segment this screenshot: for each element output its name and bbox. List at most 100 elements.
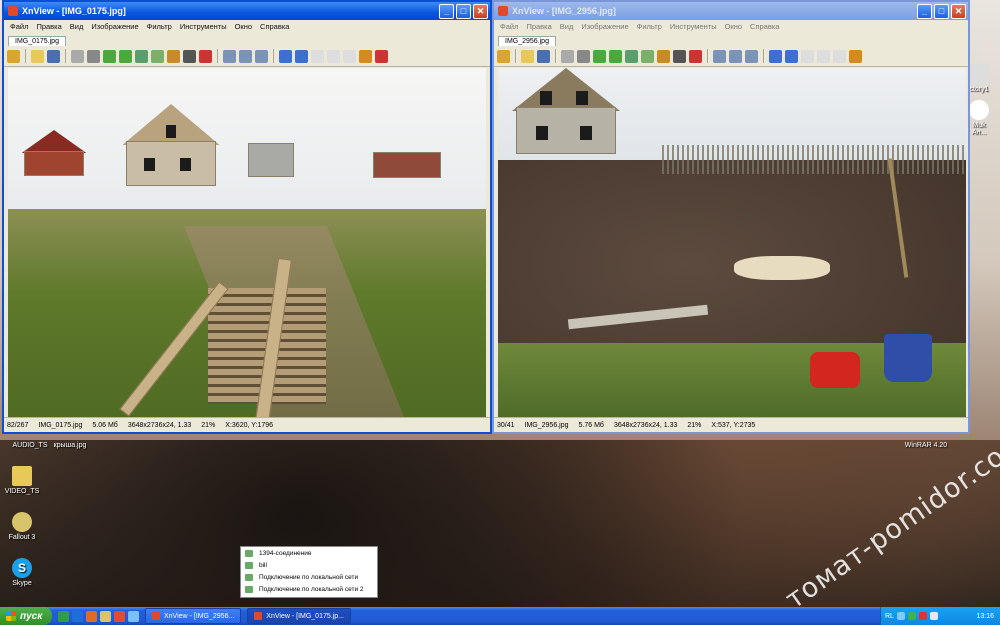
tab-image[interactable]: IMG_2956.jpg xyxy=(498,36,556,46)
photo-house-brick xyxy=(373,152,441,178)
zoom-in-icon[interactable] xyxy=(223,49,236,63)
adjust-icon[interactable] xyxy=(135,49,148,63)
rotate-right-icon[interactable] xyxy=(119,49,132,63)
close-button[interactable]: ✕ xyxy=(473,3,488,19)
xnview-app-icon xyxy=(498,6,508,16)
photo-fence xyxy=(661,145,966,174)
language-indicator[interactable]: RL xyxy=(885,613,894,620)
zoom-out-icon[interactable] xyxy=(255,49,268,63)
exit-icon[interactable] xyxy=(375,49,388,63)
fullscreen-icon[interactable] xyxy=(343,49,356,63)
tab-image[interactable]: IMG_0175.jpg xyxy=(8,36,66,46)
open-folder-icon[interactable] xyxy=(31,49,44,63)
opera-icon[interactable] xyxy=(114,610,125,622)
quick-launch-icon[interactable] xyxy=(100,610,111,622)
slideshow-icon[interactable] xyxy=(359,49,372,63)
ie-icon[interactable] xyxy=(72,610,83,622)
minimize-button[interactable]: _ xyxy=(439,3,454,19)
menu-window[interactable]: Окно xyxy=(721,22,746,31)
effects-icon[interactable] xyxy=(167,49,180,63)
network-item[interactable]: Подключение по локальной сети xyxy=(241,571,377,583)
menu-file[interactable]: Файл xyxy=(496,22,522,31)
print-icon[interactable] xyxy=(71,49,84,63)
quick-launch-icon[interactable] xyxy=(58,610,69,622)
minimize-button[interactable]: _ xyxy=(917,3,932,19)
image-viewer[interactable] xyxy=(498,68,966,420)
redeye-icon[interactable] xyxy=(689,49,702,63)
menu-file[interactable]: Файл xyxy=(6,22,32,31)
resize-icon[interactable] xyxy=(641,49,654,63)
zoom-fit-icon[interactable] xyxy=(729,49,742,63)
network-item[interactable]: 1394-соединение xyxy=(241,547,377,559)
previous-icon[interactable] xyxy=(769,49,782,63)
rotate-right-icon[interactable] xyxy=(609,49,622,63)
browser-icon[interactable] xyxy=(7,49,20,63)
menu-window[interactable]: Окно xyxy=(231,22,256,31)
next-icon[interactable] xyxy=(785,49,798,63)
crop-icon[interactable] xyxy=(87,49,100,63)
first-icon[interactable] xyxy=(311,49,324,63)
menu-help[interactable]: Справка xyxy=(256,22,293,31)
close-button[interactable]: ✕ xyxy=(951,3,966,19)
desktop-icon-skype[interactable]: S Skype xyxy=(0,558,52,587)
menu-view[interactable]: Вид xyxy=(66,22,88,31)
menu-filter[interactable]: Фильтр xyxy=(143,22,176,31)
menu-help[interactable]: Справка xyxy=(746,22,783,31)
volume-icon[interactable] xyxy=(929,612,938,620)
tray-icon[interactable] xyxy=(907,612,916,620)
rotate-left-icon[interactable] xyxy=(593,49,606,63)
zoom-out-icon[interactable] xyxy=(745,49,758,63)
toolbar-separator xyxy=(763,49,764,63)
xnview-window-left[interactable]: XnView - [IMG_0175.jpg] _ □ ✕ Файл Правк… xyxy=(2,0,492,434)
print-icon[interactable] xyxy=(561,49,574,63)
xnview-window-right[interactable]: XnView - [IMG_2956.jpg] _ □ ✕ Файл Правк… xyxy=(492,0,970,434)
open-folder-icon[interactable] xyxy=(521,49,534,63)
next-icon[interactable] xyxy=(295,49,308,63)
menu-edit[interactable]: Правка xyxy=(522,22,555,31)
taskbar-task-xnview-2956[interactable]: XnView - [IMG_2956... xyxy=(145,608,242,624)
network-tray-icon[interactable] xyxy=(896,612,905,620)
redeye-icon[interactable] xyxy=(199,49,212,63)
save-icon[interactable] xyxy=(47,49,60,63)
rotate-left-icon[interactable] xyxy=(103,49,116,63)
maximize-button[interactable]: □ xyxy=(934,3,949,19)
image-viewer[interactable] xyxy=(8,68,486,420)
crop-icon[interactable] xyxy=(577,49,590,63)
network-item[interactable]: bill xyxy=(241,559,377,571)
browser-icon[interactable] xyxy=(497,49,510,63)
firefox-icon[interactable] xyxy=(86,610,97,622)
menu-tools[interactable]: Инструменты xyxy=(666,22,721,31)
menu-image[interactable]: Изображение xyxy=(87,22,142,31)
previous-icon[interactable] xyxy=(279,49,292,63)
filmstrip-icon[interactable] xyxy=(673,49,686,63)
slideshow-icon[interactable] xyxy=(849,49,862,63)
adjust-icon[interactable] xyxy=(625,49,638,63)
first-icon[interactable] xyxy=(801,49,814,63)
maximize-button[interactable]: □ xyxy=(456,3,471,19)
last-icon[interactable] xyxy=(327,49,340,63)
menu-tools[interactable]: Инструменты xyxy=(176,22,231,31)
last-icon[interactable] xyxy=(817,49,830,63)
effects-icon[interactable] xyxy=(657,49,670,63)
network-item[interactable]: Подключение по локальной сети 2 xyxy=(241,583,377,595)
menu-view[interactable]: Вид xyxy=(556,22,578,31)
zoom-fit-icon[interactable] xyxy=(239,49,252,63)
fullscreen-icon[interactable] xyxy=(833,49,846,63)
filmstrip-icon[interactable] xyxy=(183,49,196,63)
desktop-icon-video-ts[interactable]: VIDEO_TS xyxy=(0,466,52,495)
show-desktop-icon[interactable] xyxy=(128,610,139,622)
title-bar[interactable]: XnView - [IMG_0175.jpg] _ □ ✕ xyxy=(4,2,490,20)
status-index: 30/41 xyxy=(497,421,515,429)
antivirus-tray-icon[interactable] xyxy=(918,612,927,620)
title-bar[interactable]: XnView - [IMG_2956.jpg] _ □ ✕ xyxy=(494,2,968,20)
resize-icon[interactable] xyxy=(151,49,164,63)
menu-edit[interactable]: Правка xyxy=(32,22,65,31)
save-icon[interactable] xyxy=(537,49,550,63)
toolbar xyxy=(4,46,490,67)
menu-image[interactable]: Изображение xyxy=(577,22,632,31)
zoom-in-icon[interactable] xyxy=(713,49,726,63)
menu-filter[interactable]: Фильтр xyxy=(633,22,666,31)
start-button[interactable]: пуск xyxy=(0,607,52,625)
taskbar-task-xnview-0175[interactable]: XnView - [IMG_0175.jp... xyxy=(247,608,351,624)
desktop-icon-fallout3[interactable]: Fallout 3 xyxy=(0,512,52,541)
